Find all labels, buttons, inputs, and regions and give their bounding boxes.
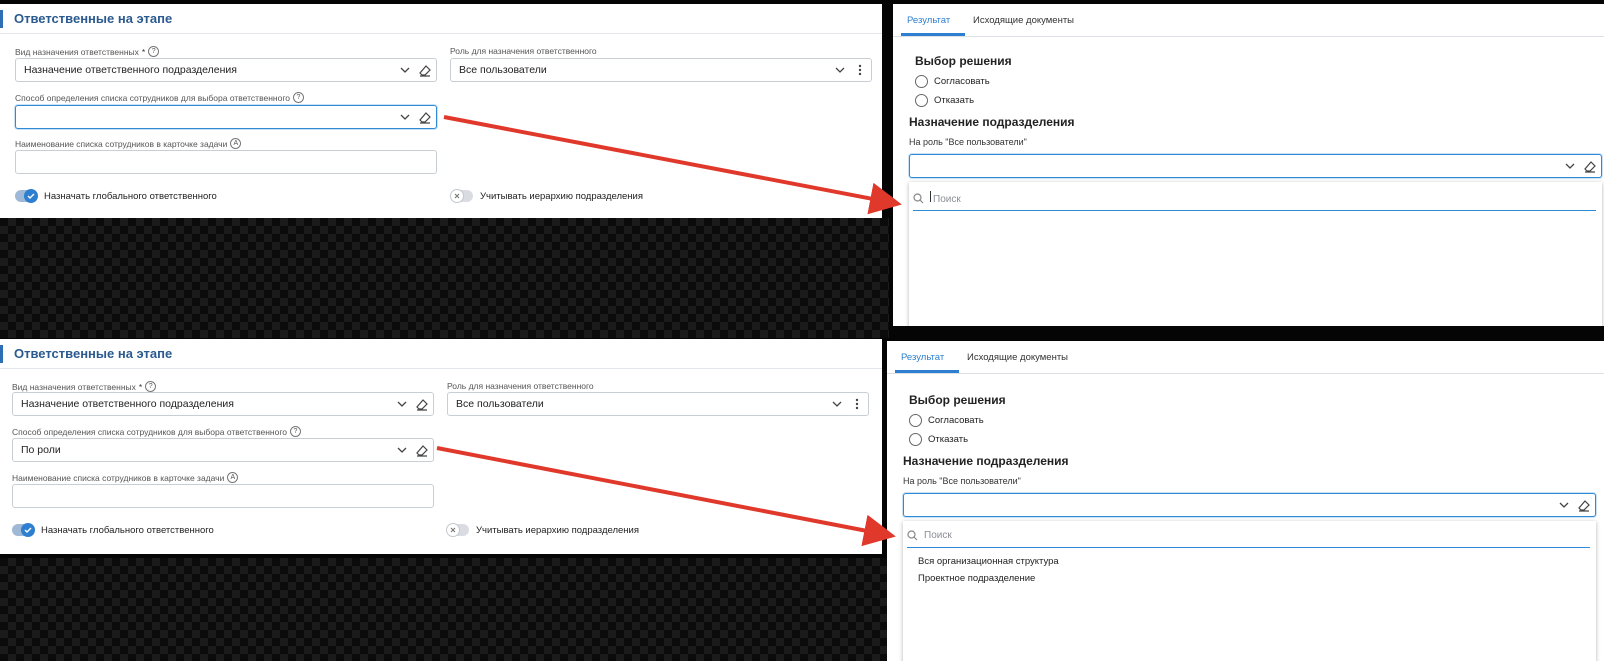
arrow-top — [443, 115, 902, 215]
arrow-bottom — [436, 446, 896, 547]
annotation-arrows — [436, 115, 902, 547]
